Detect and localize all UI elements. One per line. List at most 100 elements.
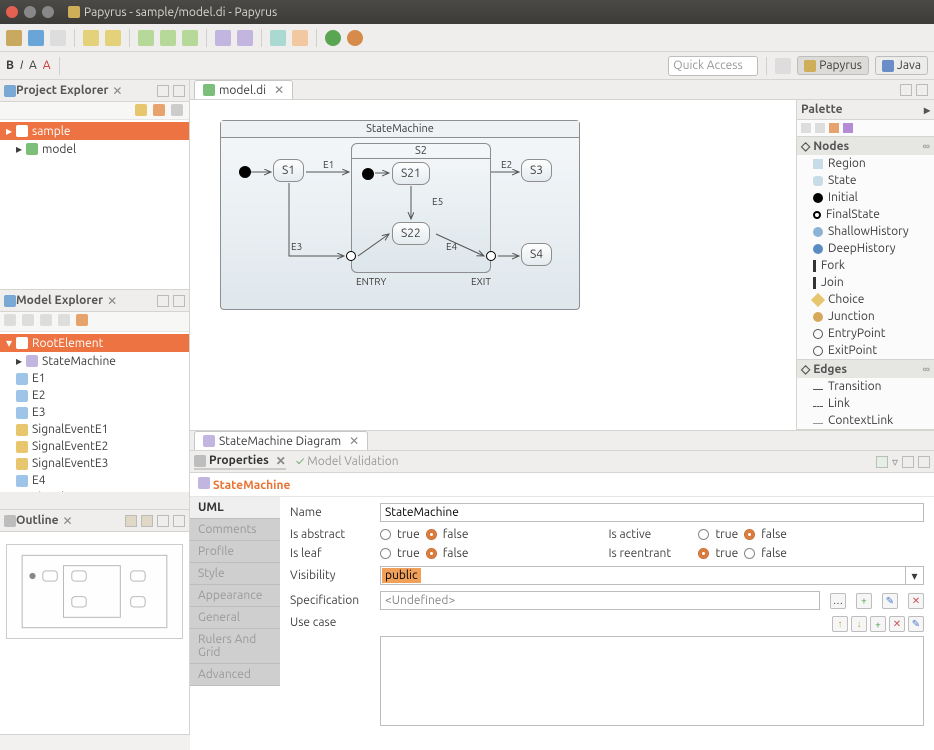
statemachine-frame[interactable]: StateMachine S1 S2 S21 S22 E5 ENTRY EXIT… <box>220 120 580 310</box>
minimize-view-icon[interactable] <box>902 456 914 468</box>
model-node[interactable]: ▸StateMachine <box>0 352 189 370</box>
save-all-icon[interactable] <box>50 30 66 46</box>
quick-access-input[interactable]: Quick Access <box>668 56 758 76</box>
radio-active-false[interactable] <box>744 529 755 540</box>
radio-abstract-true[interactable] <box>380 529 391 540</box>
window-maximize-icon[interactable] <box>42 6 54 18</box>
view-menu-icon[interactable]: ▿ <box>892 455 898 469</box>
add-button[interactable]: + <box>870 616 886 632</box>
palette-item[interactable]: Initial <box>797 189 934 206</box>
radio-leaf-true[interactable] <box>380 548 391 559</box>
note-tool-icon[interactable] <box>843 123 853 133</box>
sidetab-style[interactable]: Style <box>190 563 280 585</box>
diagram-canvas[interactable]: StateMachine S1 S2 S21 S22 E5 ENTRY EXIT… <box>190 100 796 430</box>
font-color-icon[interactable]: A <box>43 59 51 72</box>
visibility-combo[interactable]: public ▾ <box>380 566 924 585</box>
palette-item[interactable]: FinalState <box>797 206 934 223</box>
new-icon[interactable] <box>6 30 22 46</box>
debug-icon[interactable] <box>347 30 363 46</box>
maximize-view-icon[interactable] <box>173 515 185 527</box>
align-left-icon[interactable] <box>138 30 154 46</box>
up-button[interactable]: ↑ <box>832 616 848 632</box>
state-s1[interactable]: S1 <box>273 159 304 182</box>
tab-model-validation[interactable]: ✓ Model Validation <box>296 455 399 468</box>
close-view-icon[interactable]: ✕ <box>107 294 117 308</box>
edit-button[interactable]: ✎ <box>882 593 898 609</box>
palette-section-edges[interactable]: ◇Edges∞ <box>797 360 934 378</box>
perspective-java[interactable]: Java <box>875 56 928 75</box>
model-node[interactable]: E2 <box>0 387 189 404</box>
close-view-icon[interactable]: ✕ <box>63 514 73 528</box>
marquee-tool-icon[interactable] <box>815 123 825 133</box>
chevron-down-icon[interactable]: ▾ <box>905 567 923 584</box>
zoom-tool-icon[interactable] <box>829 123 839 133</box>
palette-item[interactable]: Join <box>797 274 934 291</box>
palette-item[interactable]: Choice <box>797 291 934 308</box>
model-node[interactable]: SignalEventE3 <box>0 455 189 472</box>
link-editor-icon[interactable] <box>153 104 165 116</box>
down-button[interactable]: ↓ <box>851 616 867 632</box>
radio-active-true[interactable] <box>698 529 709 540</box>
sidetab-profile[interactable]: Profile <box>190 541 280 563</box>
delete-button[interactable]: ✕ <box>908 593 924 609</box>
diagram-tab[interactable]: StateMachine Diagram ✕ <box>194 431 368 450</box>
palette-item[interactable]: Region <box>797 155 934 172</box>
align-center-icon[interactable] <box>160 30 176 46</box>
palette-collapse-icon[interactable]: ▸ <box>924 103 930 117</box>
me-tool-icon[interactable] <box>76 314 88 326</box>
open-perspective-icon[interactable] <box>775 58 791 74</box>
sidetab-appearance[interactable]: Appearance <box>190 585 280 607</box>
outline-thumbnail[interactable] <box>6 544 183 639</box>
state-s4[interactable]: S4 <box>521 243 552 266</box>
radio-abstract-false[interactable] <box>426 529 437 540</box>
sidetab-advanced[interactable]: Advanced <box>190 664 280 686</box>
sidetab-rulers[interactable]: Rulers And Grid <box>190 629 280 664</box>
outline-thumb-icon[interactable] <box>141 515 153 527</box>
save-icon[interactable] <box>28 30 44 46</box>
entry-point[interactable] <box>346 251 356 261</box>
bold-icon[interactable]: B <box>6 59 14 72</box>
palette-item[interactable]: Link <box>797 395 934 412</box>
outline-tree-icon[interactable] <box>125 515 137 527</box>
align-right-icon[interactable] <box>182 30 198 46</box>
me-tool-icon[interactable] <box>22 314 34 326</box>
state-s3[interactable]: S3 <box>521 159 552 182</box>
palette-item[interactable]: ShallowHistory <box>797 223 934 240</box>
palette-item[interactable]: ContextLink <box>797 412 934 429</box>
palette-item[interactable]: Junction <box>797 308 934 325</box>
editor-tab-model[interactable]: model.di ✕ <box>194 80 293 99</box>
close-view-icon[interactable]: ✕ <box>276 454 286 468</box>
model-node[interactable]: E3 <box>0 404 189 421</box>
maximize-view-icon[interactable] <box>173 295 185 307</box>
specification-input[interactable] <box>380 591 820 610</box>
exit-point[interactable] <box>486 251 496 261</box>
close-tab-icon[interactable]: ✕ <box>349 434 359 448</box>
radio-leaf-false[interactable] <box>426 548 437 559</box>
remove-button[interactable]: ✕ <box>889 616 905 632</box>
me-tool-icon[interactable] <box>40 314 52 326</box>
select-tool-icon[interactable] <box>801 123 811 133</box>
new-view-icon[interactable] <box>876 456 888 468</box>
maximize-view-icon[interactable] <box>918 456 930 468</box>
palette-item[interactable]: ExitPoint <box>797 342 934 359</box>
maximize-view-icon[interactable] <box>173 85 185 97</box>
radio-reentrant-false[interactable] <box>744 548 755 559</box>
model-node[interactable]: SignalEventE2 <box>0 438 189 455</box>
model-root-node[interactable]: ▾ RootElement <box>0 334 189 352</box>
edit-button[interactable]: ✎ <box>908 616 924 632</box>
use-case-list[interactable] <box>380 636 924 726</box>
palette-item[interactable]: EntryPoint <box>797 325 934 342</box>
me-tool-icon[interactable] <box>4 314 16 326</box>
window-minimize-icon[interactable] <box>24 6 36 18</box>
state-s22[interactable]: S22 <box>392 222 430 245</box>
grid-icon[interactable] <box>292 30 308 46</box>
model-node[interactable]: E1 <box>0 370 189 387</box>
model-node[interactable]: SignalEventE1 <box>0 421 189 438</box>
radio-reentrant-true[interactable] <box>698 548 709 559</box>
palette-item[interactable]: Transition <box>797 378 934 395</box>
maximize-editor-icon[interactable] <box>916 84 928 96</box>
run-icon[interactable] <box>325 30 341 46</box>
redo-icon[interactable] <box>105 30 121 46</box>
model-node[interactable]: SignalEventE4 <box>0 489 189 492</box>
match-size-icon[interactable] <box>237 30 253 46</box>
